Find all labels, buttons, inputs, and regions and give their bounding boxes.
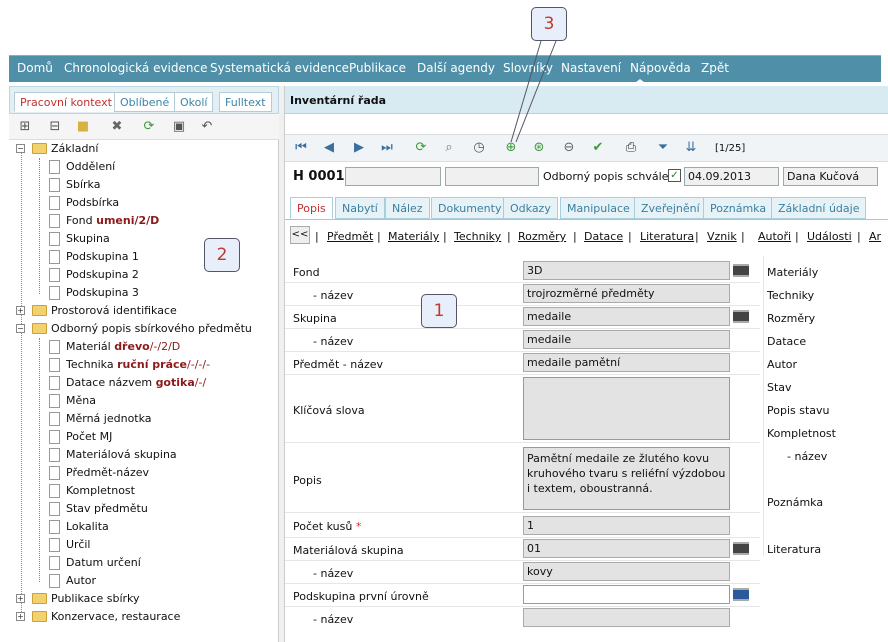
callout-3-pointer <box>510 40 557 143</box>
